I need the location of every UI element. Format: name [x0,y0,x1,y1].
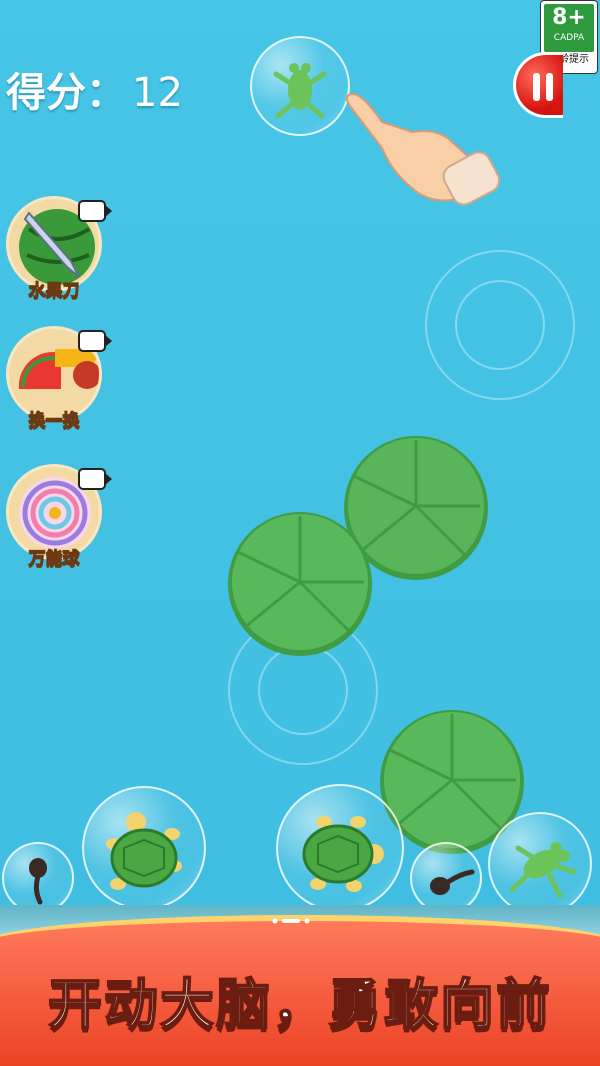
water-ripple [455,280,545,370]
frog-icon [509,842,577,899]
powerup-label: 水果刀 [28,281,80,302]
page-indicator [272,918,310,924]
tutorial-hand-icon [345,92,501,206]
creature-bubble-tadpole[interactable] [2,842,74,914]
banner-slogan: 开动大脑，勇敢向前 [47,972,552,1037]
score-display: 得分： 12 [6,60,183,118]
tadpole-icon [29,858,47,905]
score-value: 12 [132,70,183,116]
powerup-swap[interactable]: 换一换 [6,326,112,436]
creature-bubble-turtle[interactable] [82,786,206,910]
age-rating-org: CADPA [553,33,585,43]
creature-bubble-tadpole[interactable] [410,842,482,914]
age-rating-value: 8+ [552,5,586,30]
frog-icon [273,63,327,119]
creature-bubble-frog[interactable] [250,36,350,136]
video-ad-icon [78,468,112,490]
powerup-fruit-knife[interactable]: 水果刀 [6,196,112,306]
creature-bubble-turtle[interactable] [276,784,404,912]
game-screen: 得分： 12 8+ CADPA 适龄提示 水果刀 换一换 万能球 开动大脑，勇敢… [0,0,600,1066]
video-ad-icon [78,330,112,352]
powerup-label: 换一换 [28,411,80,432]
turtle-icon [302,816,384,892]
powerup-label: 万能球 [28,549,80,570]
creature-bubble-frog[interactable] [488,812,592,916]
video-ad-icon [78,200,112,222]
powerup-universal-ball[interactable]: 万能球 [6,464,112,574]
pause-button[interactable] [513,52,563,118]
turtle-icon [106,812,182,890]
score-label: 得分： [6,70,126,116]
tadpole-icon [430,869,475,895]
lily-pad [228,512,372,656]
